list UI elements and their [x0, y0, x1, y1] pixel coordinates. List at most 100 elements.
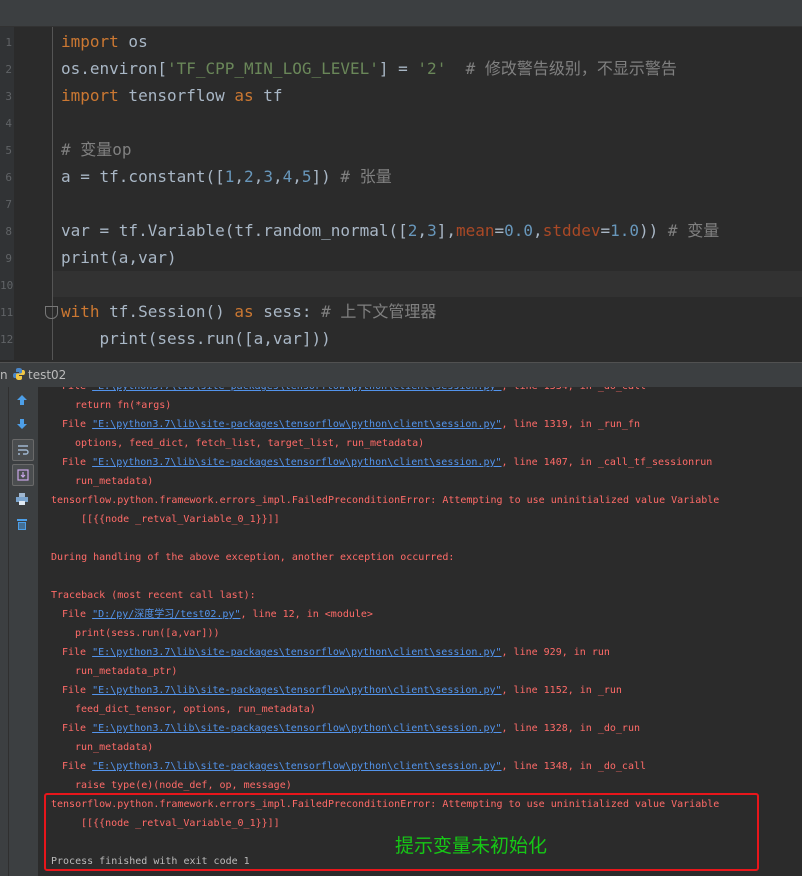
code-token: tensorflow [118, 86, 235, 105]
line-number: 3 [5, 90, 12, 103]
file-link[interactable]: "E:\python3.7\lib\site-packages\tensorfl… [92, 419, 501, 430]
file-link[interactable]: "E:\python3.7\lib\site-packages\tensorfl… [92, 387, 501, 392]
code-token: ], [436, 221, 456, 240]
code-token: ]) [311, 167, 331, 186]
code-token: a = tf.constant([ [61, 167, 225, 186]
console-line: print(sess.run([a,var])) [75, 628, 220, 640]
code-token: 2 [244, 167, 254, 186]
console-text: During handling of the above exception, … [51, 552, 455, 563]
trash-icon[interactable] [12, 514, 32, 534]
code-line: print(sess.run([a,var])) [61, 328, 331, 350]
console-line: [[{{node _retval_Variable_0_1}}]] [81, 514, 280, 526]
code-token: , [417, 221, 428, 240]
print-icon[interactable] [12, 489, 32, 509]
code-line: # 变量op [61, 139, 132, 161]
code-line: os.environ['TF_CPP_MIN_LOG_LEVEL'] = '2'… [61, 58, 677, 80]
console-text: tensorflow.python.framework.errors_impl.… [51, 495, 720, 506]
code-token: tf [253, 86, 283, 105]
code-token: as [234, 86, 254, 105]
console-line: feed_dict_tensor, options, run_metadata) [75, 704, 316, 716]
code-token: os.environ[ [61, 59, 167, 78]
editor-tab-bar [0, 0, 802, 27]
console-text: , line 929, in run [501, 647, 610, 658]
console-text: raise type(e)(node_def, op, message) [75, 780, 292, 791]
line-number: 5 [5, 144, 12, 157]
code-token: 2 [407, 221, 418, 240]
console-line: run_metadata_ptr) [75, 666, 177, 678]
python-icon [12, 367, 26, 381]
file-link[interactable]: "E:\python3.7\lib\site-packages\tensorfl… [92, 761, 501, 772]
console-line: File "E:\python3.7\lib\site-packages\ten… [62, 419, 640, 431]
code-token: var = tf.Variable(tf.random_normal([ [61, 221, 408, 240]
console-line: run_metadata) [75, 476, 153, 488]
code-token: = [494, 221, 505, 240]
code-token: = [600, 221, 611, 240]
console-text: File [62, 387, 92, 392]
code-token: import [61, 86, 119, 105]
file-link[interactable]: "E:\python3.7\lib\site-packages\tensorfl… [92, 647, 501, 658]
run-config-tab[interactable]: test02 [28, 368, 66, 382]
arrow-down-icon[interactable] [12, 414, 32, 434]
file-link[interactable]: "E:\python3.7\lib\site-packages\tensorfl… [92, 685, 501, 696]
console-line: File "E:\python3.7\lib\site-packages\ten… [62, 761, 646, 773]
console-text: [[{{node _retval_Variable_0_1}}]] [81, 514, 280, 525]
code-line: print(a,var) [61, 247, 177, 269]
console-text: , line 1334, in _do_call [502, 387, 647, 392]
console-text: , line 1152, in _run [501, 685, 622, 696]
line-number: 12 [0, 333, 14, 346]
code-token: , [533, 221, 543, 240]
arrow-up-icon[interactable] [12, 390, 32, 410]
run-label: n [0, 368, 8, 382]
console-text: File [62, 723, 93, 734]
console-text: File [62, 685, 93, 696]
fold-marker-icon[interactable] [45, 306, 58, 319]
console-text: , line 1319, in _run_fn [501, 419, 640, 430]
console-text: run_metadata) [75, 476, 154, 487]
file-link[interactable]: "E:\python3.7\lib\site-packages\tensorfl… [92, 723, 501, 734]
code-token: # 张量 [330, 167, 392, 186]
code-token: 3 [427, 221, 437, 240]
console-line: File "D:/py/深度学习/test02.py", line 12, in… [62, 609, 373, 621]
console-line: File "E:\python3.7\lib\site-packages\ten… [62, 647, 610, 659]
console-text: Traceback (most recent call last): [51, 590, 256, 601]
code-line: import tensorflow as tf [61, 85, 283, 107]
console-text: File [62, 609, 93, 620]
line-number: 2 [5, 63, 12, 76]
console-text: run_metadata) [75, 742, 154, 753]
code-token: # 修改警告级别，不显示警告 [446, 59, 677, 78]
code-token: 1 [224, 167, 235, 186]
console-line: File "E:\python3.7\lib\site-packages\ten… [62, 723, 640, 735]
console-line: raise type(e)(node_def, op, message) [75, 780, 292, 792]
console-text: File [62, 761, 93, 772]
console-text: , line 1407, in _call_tf_sessionrun [501, 457, 713, 468]
line-number: 6 [5, 171, 12, 184]
code-editor[interactable]: 1 import os 2 os.environ['TF_CPP_MIN_LOG_LE… [0, 27, 802, 360]
console-text: return fn(*args) [75, 400, 172, 411]
console-line: File "E:\python3.7\lib\site-packages\ten… [62, 685, 622, 697]
scroll-to-end-icon[interactable] [12, 464, 34, 486]
console-line: return fn(*args) [75, 400, 171, 412]
code-token: as [234, 302, 254, 321]
console-line: File "E:\python3.7\lib\site-packages\ten… [62, 387, 646, 393]
code-token: )) [639, 221, 659, 240]
console-text: , line 1348, in _do_call [501, 761, 647, 772]
line-number: 11 [0, 306, 14, 319]
current-line-highlight [53, 271, 802, 297]
line-number: 10 [0, 279, 14, 292]
console-text: File [62, 419, 93, 430]
code-line: import os [61, 31, 148, 53]
file-link[interactable]: "E:\python3.7\lib\site-packages\tensorfl… [92, 457, 501, 468]
code-line: a = tf.constant([1,2,3,4,5]) # 张量 [61, 166, 392, 188]
soft-wrap-icon[interactable] [12, 439, 34, 461]
line-number: 1 [5, 36, 12, 49]
console-text: File [62, 647, 93, 658]
code-token: 'TF_CPP_MIN_LOG_LEVEL' [166, 59, 379, 78]
code-token: 3 [263, 167, 273, 186]
code-token: sess: [253, 302, 312, 321]
line-number: 8 [5, 225, 12, 238]
console-text: feed_dict_tensor, options, run_metadata) [75, 704, 316, 715]
code-token: stddev [542, 221, 601, 240]
code-token: , [234, 167, 245, 186]
file-link[interactable]: "D:/py/深度学习/test02.py" [92, 609, 240, 620]
console-line: During handling of the above exception, … [51, 552, 454, 564]
